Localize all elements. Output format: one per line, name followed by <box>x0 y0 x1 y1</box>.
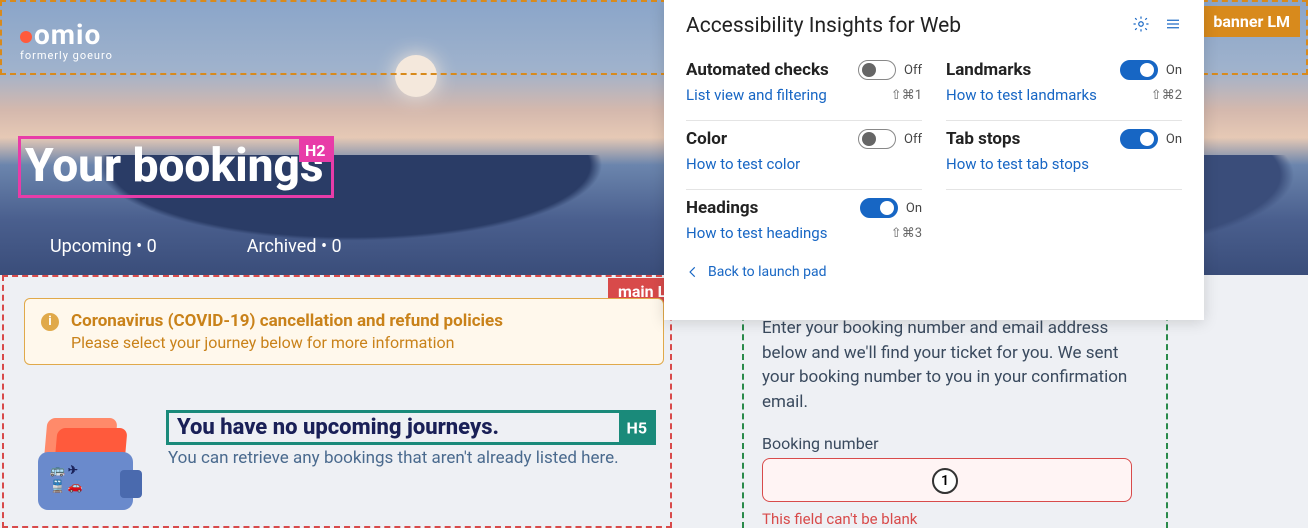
booking-number-error: This field can't be blank <box>762 510 917 528</box>
tab-stop-indicator: 1 <box>932 468 958 494</box>
logo[interactable]: omio formerly goeuro <box>20 18 113 62</box>
page-heading-outline: Your bookings H2 <box>18 136 334 198</box>
gear-icon[interactable] <box>1132 15 1150 37</box>
check-title: Color <box>686 129 727 149</box>
toggle[interactable] <box>1120 129 1158 149</box>
toggle-state: On <box>906 201 922 216</box>
page-title: Your bookings <box>21 139 331 195</box>
check-headings: Headings On How to test headings ⇧⌘3 <box>686 190 922 258</box>
toggle[interactable] <box>858 129 896 149</box>
alert-title: Coronavirus (COVID-19) cancellation and … <box>71 311 503 331</box>
check-link[interactable]: List view and filtering <box>686 86 827 104</box>
check-link[interactable]: How to test tab stops <box>946 155 1089 173</box>
banner-landmark-tag: banner LM <box>1203 6 1300 37</box>
check-automated-checks: Automated checks Off List view and filteri… <box>686 52 922 121</box>
shortcut: ⇧⌘1 <box>891 88 922 103</box>
accessibility-insights-panel: Accessibility Insights for Web Automated… <box>664 0 1204 320</box>
no-journeys-subtext: You can retrieve any bookings that aren'… <box>168 448 619 468</box>
heading-tag-h5: H5 <box>619 412 655 443</box>
no-journeys-heading: You have no upcoming journeys. <box>169 413 653 442</box>
panel-title: Accessibility Insights for Web <box>686 14 961 38</box>
toggle[interactable] <box>858 60 896 80</box>
tab-archived[interactable]: Archived • 0 <box>247 236 342 257</box>
check-color: Color Off How to test color <box>686 121 922 190</box>
toggle-state: On <box>1166 132 1182 147</box>
toggle-state: On <box>1166 63 1182 78</box>
shortcut: ⇧⌘2 <box>1151 88 1182 103</box>
toggle-state: Off <box>904 132 922 147</box>
alert-subtitle: Please select your journey below for mor… <box>71 333 503 352</box>
check-title: Headings <box>686 198 758 218</box>
check-title: Tab stops <box>946 129 1020 149</box>
heading-tag-h2: H2 <box>299 139 331 162</box>
toggle[interactable] <box>1120 60 1158 80</box>
check-title: Automated checks <box>686 60 829 80</box>
sun-graphic <box>395 55 437 97</box>
check-tab-stops: Tab stops On How to test tab stops <box>946 121 1182 190</box>
tab-upcoming[interactable]: Upcoming • 0 <box>50 236 157 257</box>
booking-number-label: Booking number <box>762 434 879 453</box>
toggle-state: Off <box>904 63 922 78</box>
check-link[interactable]: How to test color <box>686 155 800 173</box>
check-link[interactable]: How to test landmarks <box>946 86 1097 104</box>
check-link[interactable]: How to test headings <box>686 224 827 242</box>
no-journeys-heading-outline: You have no upcoming journeys. H5 <box>166 410 656 445</box>
covid-alert[interactable]: i Coronavirus (COVID-19) cancellation an… <box>24 298 664 365</box>
menu-icon[interactable] <box>1164 15 1182 37</box>
shortcut: ⇧⌘3 <box>891 226 922 241</box>
info-icon: i <box>41 313 59 331</box>
check-title: Landmarks <box>946 60 1031 80</box>
back-to-launch-pad[interactable]: Back to launch pad <box>686 264 1182 280</box>
logo-sub: formerly goeuro <box>20 49 113 62</box>
form-intro-text: Enter your booking number and email addr… <box>762 316 1142 415</box>
booking-tabs: Upcoming • 0 Archived • 0 <box>50 236 342 257</box>
logo-main: omio <box>20 18 113 51</box>
wallet-illustration: 🚌 ✈🚆 🚗 <box>38 418 138 508</box>
check-landmarks: Landmarks On How to test landmarks ⇧⌘2 <box>946 52 1182 121</box>
toggle[interactable] <box>860 198 898 218</box>
